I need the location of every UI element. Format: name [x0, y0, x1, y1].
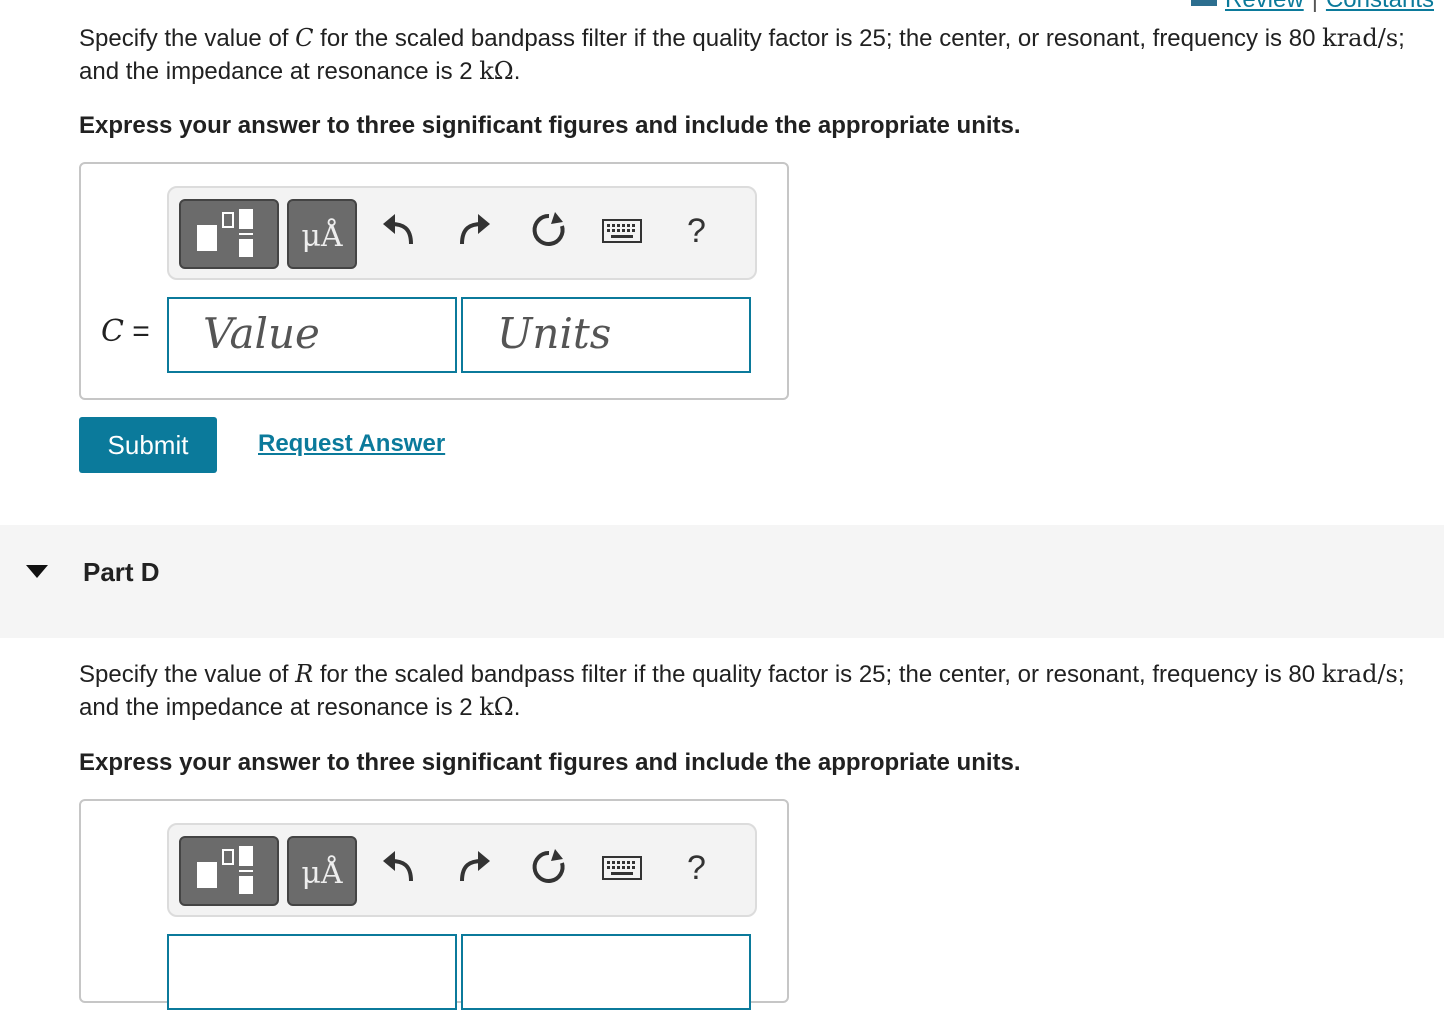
question-text-d: Specify the value of R for the scaled ba…	[79, 658, 1419, 724]
collapse-triangle-icon[interactable]	[26, 565, 48, 578]
review-link[interactable]: Review	[1225, 0, 1304, 13]
question-c-mid: for the scaled bandpass filter if the qu…	[313, 25, 1323, 52]
link-separator: |	[1312, 0, 1318, 13]
units-input-d[interactable]	[461, 934, 751, 1010]
c-label: C =	[101, 314, 150, 349]
question-c-unit-freq: krad/s	[1322, 24, 1399, 52]
top-links: Review | Constants	[1191, 0, 1434, 14]
templates-icon	[197, 846, 253, 894]
redo-icon[interactable]	[454, 847, 494, 887]
question-d-end: .	[513, 694, 521, 721]
instruction-c: Express your answer to three significant…	[79, 112, 1021, 139]
units-button[interactable]: μÅ	[287, 199, 357, 269]
math-toolbar-c: μÅ ?	[167, 186, 757, 280]
redo-icon[interactable]	[454, 210, 494, 250]
templates-icon	[197, 209, 253, 257]
question-d-unit-ohm: kΩ	[479, 693, 514, 721]
question-d-variable: R	[295, 660, 314, 688]
question-d-pre: Specify the value of	[79, 661, 296, 688]
units-button[interactable]: μÅ	[287, 836, 357, 906]
reset-icon[interactable]	[529, 210, 569, 250]
reset-icon[interactable]	[529, 847, 569, 887]
part-d-title: Part D	[83, 557, 160, 587]
c-variable: C	[101, 314, 124, 349]
undo-icon[interactable]	[379, 847, 419, 887]
templates-button[interactable]	[179, 836, 279, 906]
question-c-end: .	[513, 58, 521, 85]
templates-button[interactable]	[179, 199, 279, 269]
value-placeholder: Value	[203, 309, 320, 358]
book-icon	[1191, 0, 1217, 6]
help-icon[interactable]: ?	[687, 849, 706, 888]
c-equals: =	[123, 315, 150, 348]
question-c-variable: C	[295, 24, 314, 52]
request-answer-link[interactable]: Request Answer	[258, 430, 445, 458]
answer-box-c: μÅ ? C = Value Units	[79, 162, 789, 400]
value-input-d[interactable]	[167, 934, 457, 1010]
keyboard-icon[interactable]	[601, 847, 643, 887]
question-c-unit-ohm: kΩ	[479, 57, 514, 85]
units-symbol: μÅ	[301, 856, 343, 891]
answer-box-d: μÅ ?	[79, 799, 789, 1010]
units-symbol: μÅ	[301, 219, 343, 254]
question-c-pre: Specify the value of	[79, 25, 296, 52]
question-text-c: Specify the value of C for the scaled ba…	[79, 22, 1419, 88]
math-toolbar-d: μÅ ?	[167, 823, 757, 917]
question-d-mid: for the scaled bandpass filter if the qu…	[313, 661, 1322, 688]
question-d-unit-freq: krad/s	[1321, 660, 1398, 688]
instruction-d: Express your answer to three significant…	[79, 749, 1021, 776]
units-placeholder: Units	[497, 309, 612, 358]
constants-link[interactable]: Constants	[1326, 0, 1434, 13]
part-d-header[interactable]: Part D	[0, 525, 1444, 638]
undo-icon[interactable]	[379, 210, 419, 250]
value-input[interactable]: Value	[167, 297, 457, 373]
help-icon[interactable]: ?	[687, 212, 706, 251]
submit-button[interactable]: Submit	[79, 417, 217, 473]
keyboard-icon[interactable]	[601, 210, 643, 250]
units-input[interactable]: Units	[461, 297, 751, 373]
